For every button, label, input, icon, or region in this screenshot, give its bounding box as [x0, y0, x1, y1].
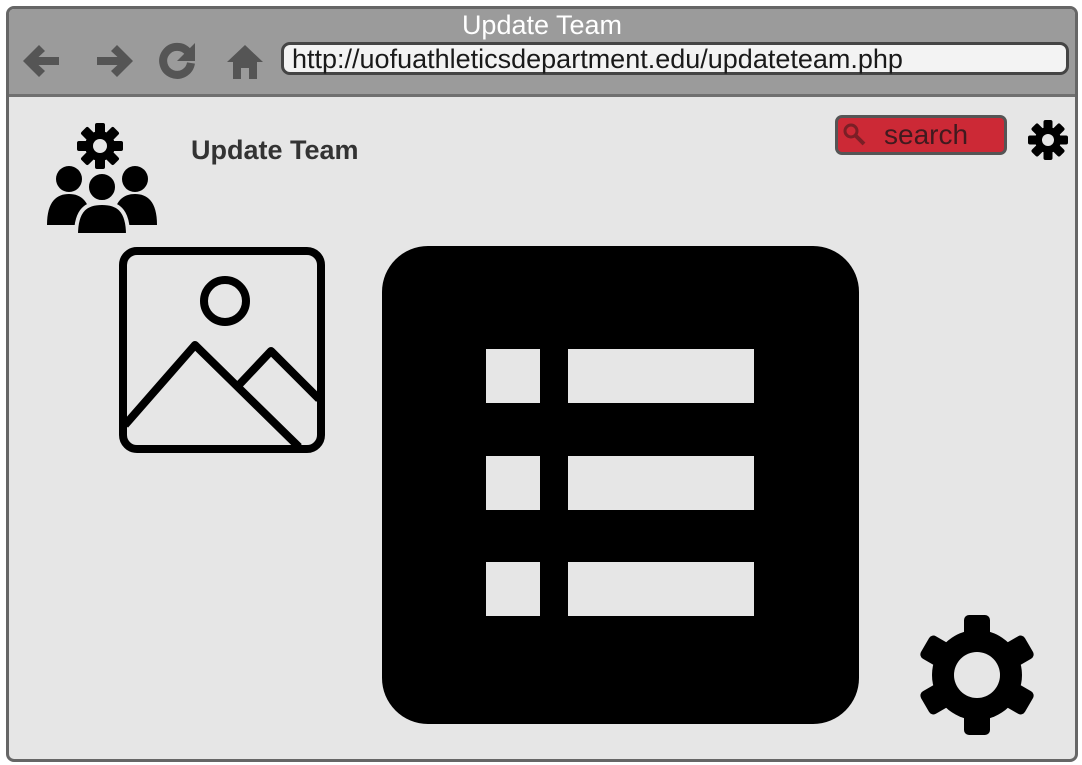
- window-title: Update Team: [461, 10, 623, 40]
- list-bullet: [486, 349, 540, 403]
- settings-icon[interactable]: [1027, 119, 1069, 161]
- list-row: [486, 456, 754, 510]
- list-bullet: [486, 456, 540, 510]
- forward-arrow-icon: [97, 45, 133, 77]
- url-text: http://uofuathleticsdepartment.edu/updat…: [292, 44, 903, 74]
- forward-button[interactable]: [93, 39, 137, 83]
- search-input[interactable]: search: [835, 115, 1007, 155]
- people-group-icon: [47, 166, 157, 235]
- page-title: Update Team: [191, 135, 359, 165]
- home-button[interactable]: [223, 39, 267, 83]
- list-bar: [568, 349, 754, 403]
- reload-button[interactable]: [155, 39, 199, 83]
- list-row: [486, 562, 754, 616]
- back-button[interactable]: [19, 39, 63, 83]
- reload-icon: [159, 42, 195, 79]
- list-row: [486, 349, 754, 403]
- home-icon: [227, 45, 263, 79]
- search-icon: [843, 123, 866, 146]
- image-placeholder-icon[interactable]: [119, 247, 325, 453]
- address-bar[interactable]: http://uofuathleticsdepartment.edu/updat…: [281, 42, 1069, 75]
- list-icon[interactable]: [382, 246, 859, 724]
- list-bar: [568, 562, 754, 616]
- title-bar: Update Team http://uofuathleticsdepartme…: [9, 9, 1075, 97]
- list-bar: [568, 456, 754, 510]
- list-bullet: [486, 562, 540, 616]
- back-arrow-icon: [23, 45, 59, 77]
- large-gear-icon[interactable]: [915, 613, 1039, 737]
- search-placeholder: search: [884, 119, 969, 150]
- browser-window: Update Team http://uofuathleticsdepartme…: [6, 6, 1078, 762]
